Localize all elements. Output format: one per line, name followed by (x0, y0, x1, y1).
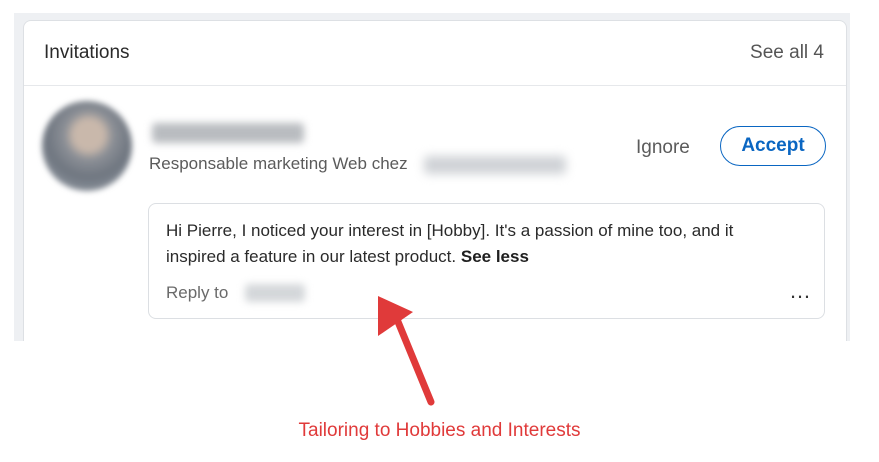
annotation-caption: Tailoring to Hobbies and Interests (298, 420, 581, 441)
annotation-arrow (378, 296, 435, 406)
arrow-head (378, 296, 413, 336)
arrow-shaft (390, 308, 435, 406)
